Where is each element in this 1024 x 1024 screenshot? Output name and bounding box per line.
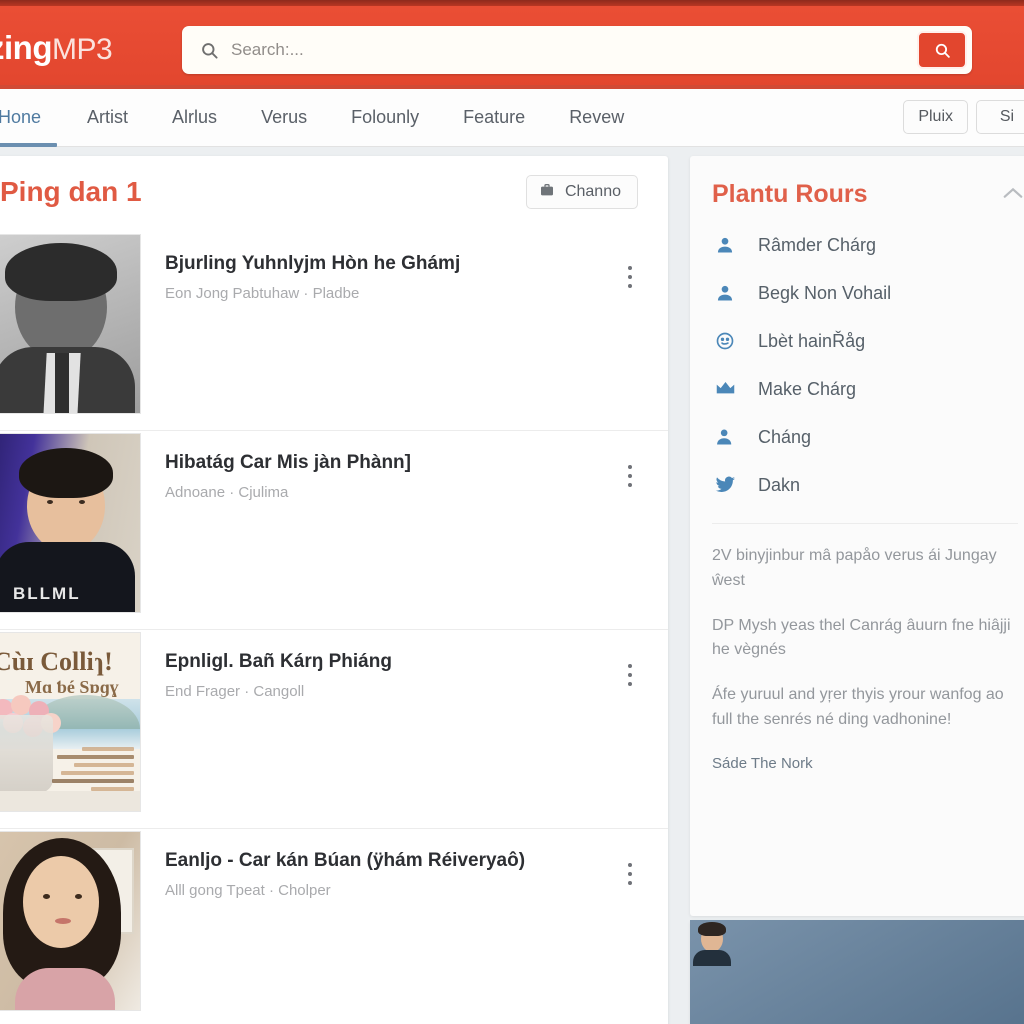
share-item-chang[interactable]: Cháng (690, 413, 1024, 461)
share-item-label: Begk Non Vohail (758, 283, 891, 304)
nav-item-label: Verus (261, 107, 307, 128)
chevron-up-icon[interactable] (1002, 186, 1024, 205)
song-title: Hibatág Car Mis jàn Phànn] (165, 451, 668, 475)
nav-item-label: Hone (0, 107, 41, 128)
sidebar-paragraph-1: 2V binyjinbur mâ papåo verus ái Jungay ŵ… (690, 524, 1024, 594)
song-thumbnail: Cùɪ Colliɿ! Mɑ ƅé Sɒɡɣ (0, 632, 141, 812)
brand-logo-primary: zing (0, 29, 52, 67)
kebab-menu-icon[interactable] (620, 662, 640, 688)
channel-button[interactable]: Channo (526, 175, 638, 209)
nav-item-label: Folounly (351, 107, 419, 128)
sidebar-paragraph-3: Áfe yuruul and yŗer thyis yrour wanfog a… (690, 663, 1024, 733)
share-item-lbet-hainrag[interactable]: Lbèt hainŘåg (690, 317, 1024, 365)
song-list-item[interactable]: BLLML Hibatág Car Mis jàn Phànn] Adnoane… (0, 431, 668, 630)
nav-item-revew[interactable]: Revew (547, 89, 646, 147)
song-title: Eanljo - Car kán Búan (ÿhám Réiveryaô) (165, 849, 668, 873)
signin-button[interactable]: Si (976, 100, 1024, 134)
sidebar-link[interactable]: Sáde The Nork (690, 733, 1024, 772)
share-item-label: Dakn (758, 475, 800, 496)
song-title: Bjurling Yuhnlyjm Hòn he Ghámj (165, 252, 668, 276)
song-list-item[interactable]: Eanljo - Car kán Búan (ÿhám Réiveryaô) A… (0, 829, 668, 1024)
share-item-make-charg[interactable]: Make Chárg (690, 365, 1024, 413)
song-meta: Eanljo - Car kán Búan (ÿhám Réiveryaô) A… (141, 829, 668, 899)
nav-item-alrlus[interactable]: Alrlus (150, 89, 239, 147)
brand-logo-secondary: MP3 (52, 33, 112, 67)
search-submit-button[interactable] (917, 31, 967, 69)
playlist-item[interactable]: Zmiýe Uôr hid Lapeom Prom aát Chut 1Tvlu… (690, 973, 1024, 1024)
nav-item-hone[interactable]: Hone (0, 89, 65, 147)
search-input[interactable] (219, 28, 917, 72)
share-item-begk-non-vohail[interactable]: Begk Non Vohail (690, 269, 1024, 317)
song-thumbnail (0, 831, 141, 1011)
share-item-dakn[interactable]: Dakn (690, 461, 1024, 509)
channel-button-label: Channo (565, 183, 621, 201)
kebab-menu-icon[interactable] (620, 264, 640, 290)
nav-item-label: Artist (87, 107, 128, 128)
nav-item-artist[interactable]: Artist (65, 89, 150, 147)
song-title: Epnligl. Bañ Kárŋ Phiáng (165, 650, 668, 674)
crown-icon (714, 378, 736, 400)
song-thumbnail: BLLML (0, 433, 141, 613)
share-item-list: Râmder Chárg Begk Non Vohail Lbèt hainŘå… (690, 209, 1024, 509)
share-item-ramder-charg[interactable]: Râmder Chárg (690, 221, 1024, 269)
main-navigation: Hone Artist Alrlus Verus Folounly Featur… (0, 89, 1024, 147)
album-cover-collection-image: Cùɪ Colliɿ! Mɑ ƅé Sɒɡɣ (0, 633, 140, 811)
portrait-grayscale-man-image (0, 235, 140, 413)
smiley-icon (714, 330, 736, 352)
page-title: Ping dan 1 (0, 176, 142, 208)
song-meta: Epnligl. Bañ Kárŋ Phiáng End Frager · Ca… (141, 630, 668, 700)
sidebar-paragraph-2: DP Mysh yeas thel Canrág âuurn fne hiâjj… (690, 594, 1024, 664)
playlist-thumbnail (712, 987, 756, 1024)
nav-item-label: Feature (463, 107, 525, 128)
nav-item-feature[interactable]: Feature (441, 89, 547, 147)
song-list-item[interactable]: Bjurling Yuhnlyjm Hòn he Ghámj Eon Jong … (0, 232, 668, 431)
user-icon (714, 282, 736, 304)
song-meta: Hibatág Car Mis jàn Phànn] Adnoane · Cju… (141, 431, 668, 501)
song-list-item[interactable]: Cùɪ Colliɿ! Mɑ ƅé Sɒɡɣ Epnligl. Bañ Kárŋ… (0, 630, 668, 829)
share-item-label: Make Chárg (758, 379, 856, 400)
sidebar-panel-playlists: Audure Playlists Zmiýe Uôr hid Lapeom Pr… (690, 920, 1024, 1024)
share-item-label: Lbèt hainŘåg (758, 331, 865, 352)
twitter-bird-icon (714, 474, 736, 496)
song-subtitle: Eon Jong Pabtuhaw · Pladbe (165, 285, 668, 302)
search-icon (200, 41, 219, 60)
song-meta: Bjurling Yuhnlyjm Hòn he Ghámj Eon Jong … (141, 232, 668, 302)
portrait-man-small-image (712, 987, 756, 1024)
search-bar[interactable] (182, 26, 972, 74)
kebab-menu-icon[interactable] (620, 463, 640, 489)
song-subtitle: Alll gong Tpeat · Cholper (165, 882, 668, 899)
nav-item-verus[interactable]: Verus (239, 89, 329, 147)
nav-item-label: Alrlus (172, 107, 217, 128)
briefcase-icon (539, 182, 555, 203)
sidebar-panel-share: Plantu Rours Râmder Chárg Begk Non Vohai… (690, 156, 1024, 916)
panel-header: Ping dan 1 Channo (0, 156, 668, 232)
portrait-young-man-blue-image: BLLML (0, 434, 140, 612)
portrait-woman-image (0, 832, 140, 1010)
sidebar-title: Plantu Rours (690, 156, 1024, 209)
song-subtitle: Adnoane · Cjulima (165, 484, 668, 501)
kebab-menu-icon[interactable] (620, 861, 640, 887)
main-content-panel: Ping dan 1 Channo (0, 156, 668, 1024)
site-header: zingMP3 (0, 6, 1024, 89)
brand-logo[interactable]: zingMP3 (0, 29, 112, 67)
nav-item-list: Hone Artist Alrlus Verus Folounly Featur… (0, 89, 646, 147)
page-root: zingMP3 Hone Artist Alrlus Verus Folounl… (0, 0, 1024, 1024)
song-subtitle: End Frager · Cangoll (165, 683, 668, 700)
pluix-button[interactable]: Pluix (903, 100, 968, 134)
user-icon (714, 234, 736, 256)
share-item-label: Cháng (758, 427, 811, 448)
share-item-label: Râmder Chárg (758, 235, 876, 256)
song-thumbnail (0, 234, 141, 414)
user-filled-icon (714, 426, 736, 448)
nav-right-buttons: Pluix Si (903, 100, 1024, 134)
nav-item-folounly[interactable]: Folounly (329, 89, 441, 147)
nav-item-label: Revew (569, 107, 624, 128)
